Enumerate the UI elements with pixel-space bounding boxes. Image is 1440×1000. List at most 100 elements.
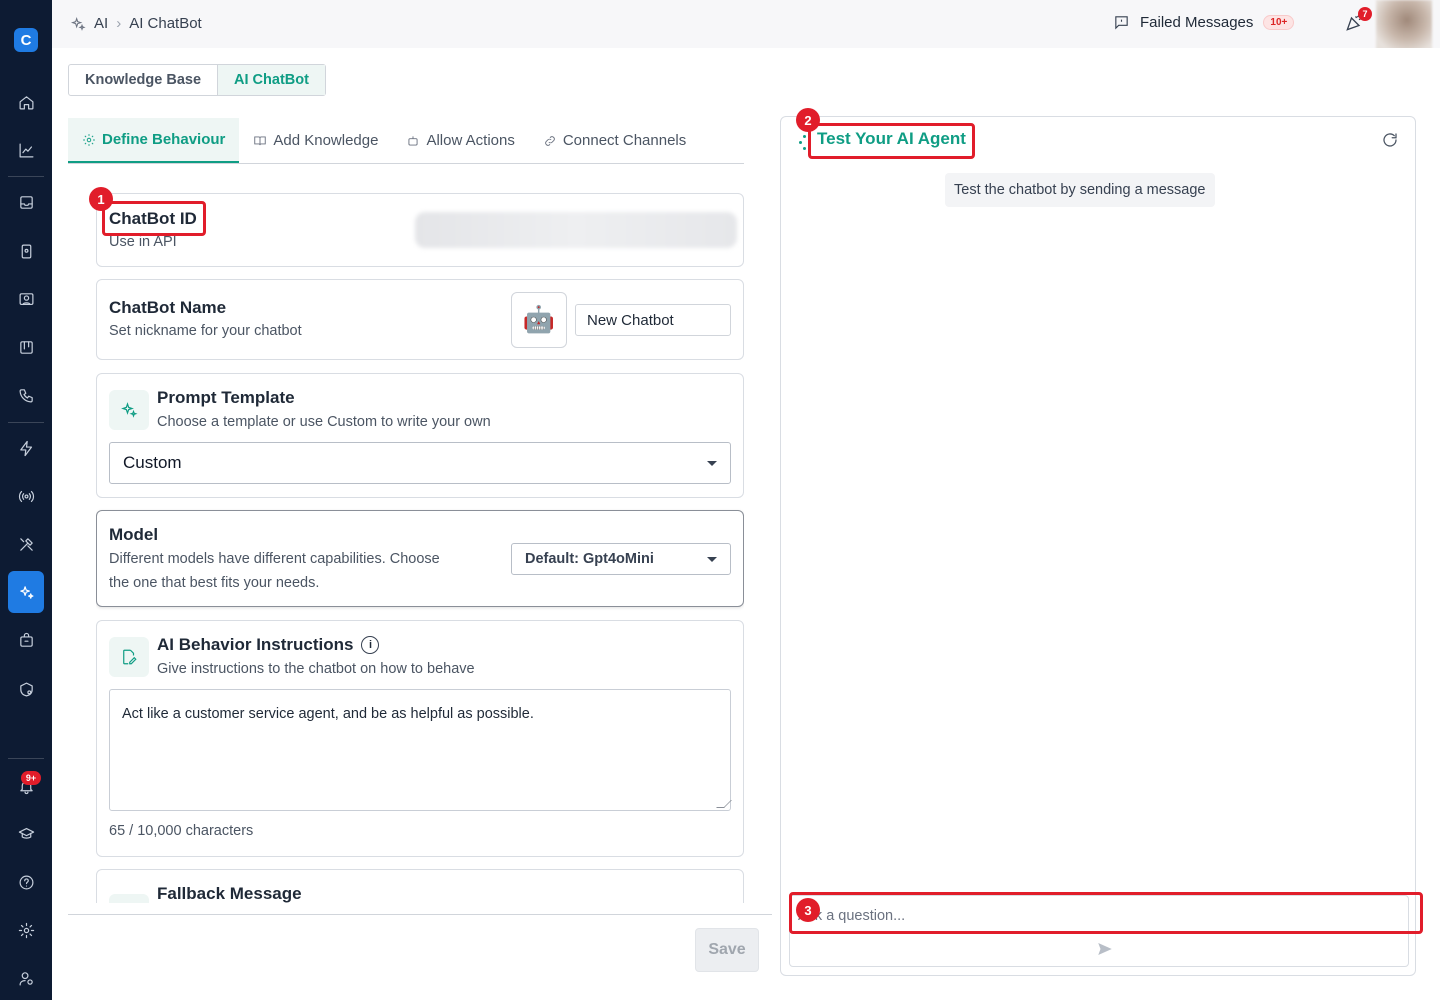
board-icon[interactable] (10, 331, 42, 363)
help-icon[interactable] (10, 866, 42, 898)
model-value: Default: Gpt4oMini (525, 551, 654, 567)
ai-chatbot-toggle[interactable]: AI ChatBot (217, 65, 325, 95)
ai-icon[interactable] (8, 571, 44, 613)
sidebar-divider (8, 176, 44, 177)
failed-messages-label: Failed Messages (1140, 14, 1254, 31)
chevron-right-icon: › (116, 15, 122, 32)
main-content: Knowledge Base AI ChatBot Define Behavio… (52, 48, 1440, 1000)
phone-icon[interactable] (10, 379, 42, 411)
model-subtitle-2: the one that best fits your needs. (109, 575, 320, 591)
broadcast-icon[interactable] (10, 480, 42, 512)
prompt-template-value: Custom (123, 453, 182, 472)
tab-label: Connect Channels (562, 132, 687, 149)
model-title: Model (109, 525, 159, 544)
home-icon[interactable] (10, 86, 42, 118)
edit-file-icon (109, 637, 149, 677)
gear-icon (83, 133, 95, 146)
resize-handle[interactable] (716, 800, 732, 808)
notification-badge: 9+ (21, 771, 41, 785)
analytics-icon[interactable] (10, 134, 42, 166)
sidebar-divider (8, 758, 44, 759)
book-icon (254, 135, 267, 145)
model-select[interactable]: Default: Gpt4oMini (511, 543, 731, 575)
settings-tabs: Define Behaviour Add Knowledge Allow Act… (68, 118, 744, 164)
behavior-textarea[interactable]: Act like a customer service agent, and b… (109, 689, 732, 811)
chatbot-id-subtitle: Use in API (109, 234, 177, 250)
chatbot-name-title: ChatBot Name (109, 298, 227, 317)
prompt-template-select[interactable]: Custom (109, 442, 731, 484)
link-icon (545, 135, 555, 146)
behavior-text: Act like a customer service agent, and b… (122, 706, 534, 722)
save-button[interactable]: Save (695, 928, 759, 972)
sidebar-divider (8, 422, 44, 423)
chatbot-id-value[interactable] (415, 212, 737, 248)
robot-emoji-icon: 🤖 (522, 305, 556, 335)
fallback-title: Fallback Message (157, 884, 302, 903)
test-agent-panel: Test Your AI Agent Test the chatbot by s… (780, 116, 1416, 976)
annotation-number-1: 1 (89, 187, 113, 211)
contacts-icon[interactable] (10, 235, 42, 267)
prompt-template-subtitle: Choose a template or use Custom to write… (157, 414, 491, 430)
app-logo[interactable]: C (14, 28, 38, 52)
sparkle-icon (70, 16, 86, 31)
character-count: 65 / 10,000 characters (109, 823, 254, 839)
send-icon[interactable] (1096, 940, 1116, 960)
mode-switcher: Knowledge Base AI ChatBot (68, 64, 326, 96)
model-card: Model Different models have different ca… (96, 510, 744, 607)
tab-label: Define Behaviour (102, 131, 226, 148)
chevron-down-icon (707, 556, 717, 562)
robot-icon (408, 135, 419, 146)
knowledge-base-toggle[interactable]: Knowledge Base (69, 65, 217, 95)
message-icon (109, 894, 149, 903)
tab-label: Allow Actions (426, 132, 515, 149)
refresh-icon[interactable] (1381, 131, 1401, 151)
tab-label: Add Knowledge (273, 132, 379, 149)
sparkle-icon (109, 390, 149, 430)
people-icon[interactable] (10, 283, 42, 315)
bag-icon[interactable] (10, 624, 42, 656)
annotation-number-3: 3 (796, 898, 820, 922)
prompt-template-card: Prompt Template Choose a template or use… (96, 373, 744, 498)
education-icon[interactable] (10, 817, 42, 849)
tab-add-knowledge[interactable]: Add Knowledge (239, 118, 392, 163)
flash-icon[interactable] (10, 432, 42, 464)
behavior-title-row: AI Behavior Instructions i (157, 635, 380, 655)
inbox-icon[interactable] (10, 186, 42, 218)
tab-allow-actions[interactable]: Allow Actions (392, 118, 528, 163)
prompt-template-title: Prompt Template (157, 388, 295, 407)
gear-icon[interactable] (10, 914, 42, 946)
annotation-number-2: 2 (796, 108, 820, 132)
breadcrumb: AI › AI ChatBot (70, 15, 202, 32)
chatbot-name-input[interactable]: New Chatbot (575, 304, 731, 336)
user-settings-icon[interactable] (10, 962, 42, 994)
tab-connect-channels[interactable]: Connect Channels (529, 118, 700, 163)
tab-define-behaviour[interactable]: Define Behaviour (68, 118, 240, 163)
footer-divider (68, 914, 772, 915)
failed-messages-button[interactable]: Failed Messages 10+ (1113, 14, 1295, 31)
annotation-box-3 (789, 892, 1423, 934)
annotation-box-1 (102, 201, 206, 236)
breadcrumb-current: AI ChatBot (129, 15, 202, 32)
tools-icon[interactable] (10, 528, 42, 560)
message-alert-icon (1115, 16, 1128, 30)
fallback-message-card: Fallback Message (96, 869, 744, 903)
behavior-instructions-card: AI Behavior Instructions i Give instruct… (96, 620, 744, 857)
shield-icon[interactable] (10, 673, 42, 705)
sidebar: C 9+ (0, 0, 52, 1000)
chatbot-name-card: ChatBot Name Set nickname for your chatb… (96, 279, 744, 360)
behavior-title: AI Behavior Instructions (157, 635, 354, 654)
behavior-subtitle: Give instructions to the chatbot on how … (157, 661, 475, 677)
chatbot-name-subtitle: Set nickname for your chatbot (109, 323, 302, 339)
model-subtitle-1: Different models have different capabili… (109, 551, 440, 567)
avatar-picker-button[interactable]: 🤖 (511, 292, 567, 348)
info-icon[interactable]: i (361, 636, 380, 654)
breadcrumb-root[interactable]: AI (94, 15, 108, 32)
behaviour-form: ChatBot ID Use in API ChatBot Name Set n… (96, 193, 744, 903)
avatar[interactable] (1376, 0, 1432, 50)
top-bar: AI › AI ChatBot Failed Messages 10+ 7 (52, 0, 1440, 50)
chevron-down-icon (707, 460, 717, 466)
failed-count-badge: 10+ (1263, 15, 1295, 30)
announcements-badge: 7 (1358, 7, 1372, 21)
annotation-box-2 (808, 123, 975, 159)
test-hint-message: Test the chatbot by sending a message (945, 173, 1215, 207)
